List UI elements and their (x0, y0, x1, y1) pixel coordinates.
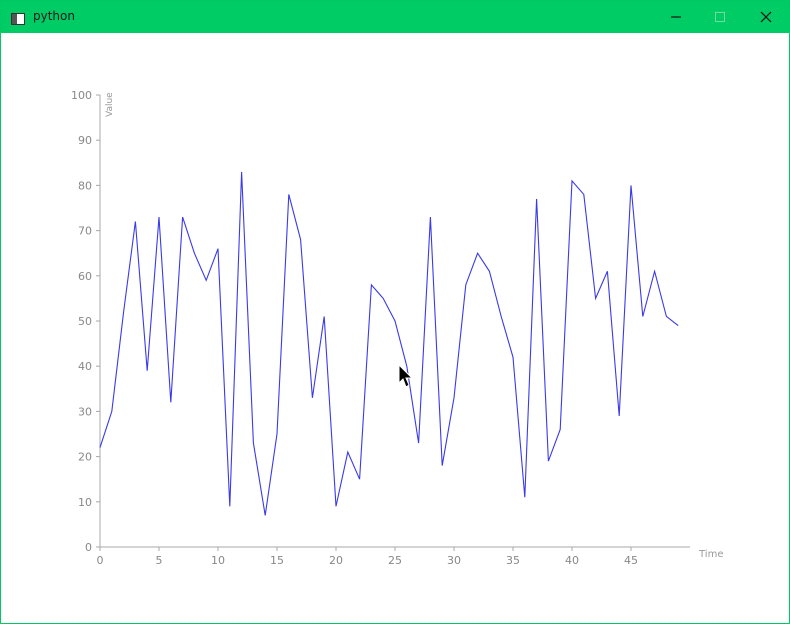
x-tick-label: 35 (506, 554, 520, 567)
series-group (99, 171, 679, 516)
line-chart: 0 10 20 30 40 50 60 70 80 90 100 0 5 10 15 20 25 30 35 40 45… (71, 89, 723, 567)
x-axis-label: Time (698, 549, 723, 560)
app-window: python 0 10 20 30 40 50 60 70 80 90 100 0 5 10 15 20 25 3… (0, 0, 790, 624)
app-icon (11, 10, 25, 25)
x-tick-label: 5 (156, 554, 163, 567)
y-tick-label: 100 (71, 89, 92, 102)
y-tick-label: 90 (78, 134, 92, 147)
y-tick-label: 30 (78, 405, 92, 418)
series-line (99, 171, 679, 516)
y-tick-label: 10 (78, 496, 92, 509)
x-tick-label: 0 (97, 554, 104, 567)
x-tick-label: 15 (270, 554, 284, 567)
y-tick-label: 50 (78, 315, 92, 328)
axes: 0 10 20 30 40 50 60 70 80 90 100 0 5 10 15 20 25 30 35 40 45 (71, 89, 690, 567)
title-bar[interactable]: python (1, 1, 789, 33)
maximize-button[interactable] (697, 1, 743, 33)
y-tick-label: 40 (78, 360, 92, 373)
x-tick-label: 25 (388, 554, 402, 567)
x-tick-label: 10 (211, 554, 225, 567)
y-tick-label: 80 (78, 179, 92, 192)
x-tick-label: 40 (565, 554, 579, 567)
minimize-button[interactable] (653, 1, 699, 33)
y-tick-label: 0 (85, 541, 92, 554)
x-tick-label: 30 (447, 554, 461, 567)
plot-area: 0 10 20 30 40 50 60 70 80 90 100 0 5 10 15 20 25 30 35 40 45… (1, 33, 789, 623)
x-tick-label: 20 (329, 554, 343, 567)
y-tick-label: 70 (78, 225, 92, 238)
y-axis-label: Value (105, 92, 115, 117)
mouse-cursor-icon (398, 363, 414, 388)
close-button[interactable] (743, 1, 789, 33)
y-tick-label: 60 (78, 270, 92, 283)
y-tick-label: 20 (78, 451, 92, 464)
maximize-icon (714, 11, 726, 23)
window-title: python (33, 9, 75, 23)
minimize-icon (670, 11, 682, 23)
x-tick-label: 45 (624, 554, 638, 567)
close-icon (760, 11, 772, 23)
